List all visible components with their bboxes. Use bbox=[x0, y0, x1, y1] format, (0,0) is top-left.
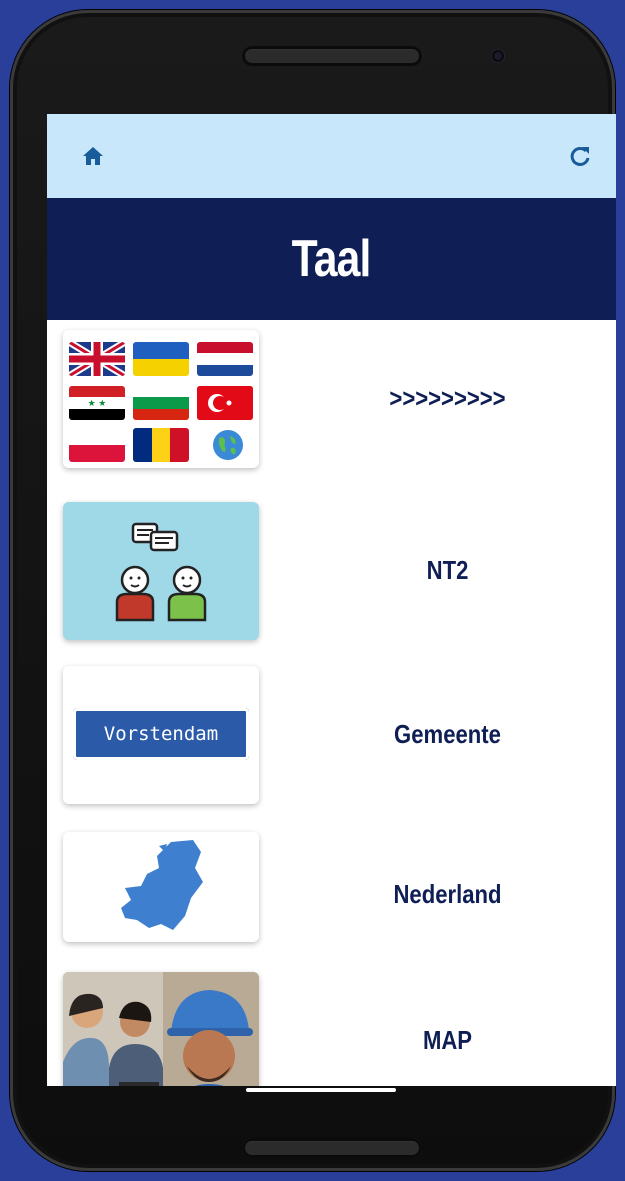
uk-flag-icon bbox=[69, 342, 125, 376]
list-item-label: Gemeente bbox=[394, 718, 501, 749]
workers-photo-image bbox=[63, 972, 259, 1086]
phone-frame: Taal ★ ★ >>>>>>>>> NT2 Vorstendam Gemeen… bbox=[10, 10, 616, 1171]
globe-icon bbox=[213, 430, 243, 460]
refresh-icon[interactable] bbox=[566, 142, 594, 170]
poland-flag-icon bbox=[69, 428, 125, 462]
list-item-map[interactable]: MAP bbox=[47, 962, 616, 1086]
list-item-label: >>>>>>>>> bbox=[389, 382, 506, 413]
app-screen: Taal ★ ★ >>>>>>>>> NT2 Vorstendam Gemeen… bbox=[47, 114, 616, 1086]
bottom-speaker bbox=[242, 1138, 422, 1158]
home-indicator[interactable] bbox=[246, 1088, 396, 1092]
list-item-nederland[interactable]: Nederland bbox=[47, 816, 616, 966]
town-sign: Vorstendam bbox=[73, 708, 249, 760]
romania-flag-icon bbox=[133, 428, 189, 462]
netherlands-flag-icon bbox=[197, 342, 253, 376]
home-icon[interactable] bbox=[79, 142, 107, 170]
ukraine-flag-icon bbox=[133, 342, 189, 376]
town-sign-image: Vorstendam bbox=[63, 666, 259, 804]
list-item-languages[interactable]: ★ ★ >>>>>>>>> bbox=[47, 320, 616, 470]
turkey-flag-icon bbox=[197, 386, 253, 420]
title-bar: Taal bbox=[47, 198, 616, 320]
list-item-nt2[interactable]: NT2 bbox=[47, 492, 616, 642]
list-item-label: NT2 bbox=[426, 554, 469, 585]
syria-flag-icon: ★ ★ bbox=[69, 386, 125, 420]
list-item-gemeente[interactable]: Vorstendam Gemeente bbox=[47, 656, 616, 806]
bulgaria-flag-icon bbox=[133, 386, 189, 420]
list-item-label: MAP bbox=[422, 1024, 473, 1055]
netherlands-map-image bbox=[63, 832, 259, 942]
top-speaker bbox=[242, 46, 422, 66]
conversation-people-image bbox=[63, 502, 259, 640]
flags-image: ★ ★ bbox=[63, 330, 259, 468]
front-camera bbox=[492, 50, 504, 62]
page-title: Taal bbox=[292, 230, 372, 288]
top-bar bbox=[47, 114, 616, 198]
list-item-label: Nederland bbox=[393, 878, 502, 909]
